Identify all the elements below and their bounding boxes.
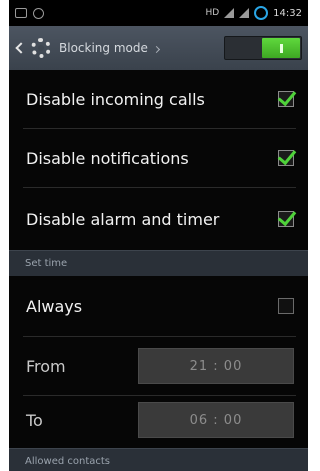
phone-screen: HD 14:32 Blocking mode Disable incoming …: [9, 0, 308, 471]
back-icon[interactable]: [15, 42, 27, 54]
option-always[interactable]: Always: [9, 276, 308, 336]
clock: 14:32: [273, 7, 302, 19]
dropdown-caret-icon: [152, 45, 160, 53]
signal-icon: [239, 8, 250, 18]
always-checkbox[interactable]: [278, 298, 294, 314]
to-label: To: [26, 410, 43, 430]
network-label: HD: [205, 8, 220, 18]
section-header-allowed-contacts: Allowed contacts: [9, 448, 308, 471]
option-label: Disable incoming calls: [26, 89, 205, 109]
settings-gear-icon[interactable]: [31, 38, 51, 58]
image-notification-icon: [15, 8, 27, 18]
toggle-on-indicator: [279, 43, 283, 53]
page-title: Blocking mode: [59, 41, 148, 55]
blocking-mode-toggle[interactable]: [224, 36, 302, 60]
disable-calls-checkbox[interactable]: [278, 91, 294, 107]
from-label: From: [26, 356, 66, 376]
from-time-field[interactable]: 21 : 00: [138, 348, 294, 384]
blocking-mode-icon: [254, 6, 269, 20]
disable-notifications-checkbox[interactable]: [278, 150, 294, 166]
section-header-set-time: Set time: [9, 250, 308, 276]
from-time-row: From 21 : 00: [9, 337, 308, 395]
option-label: Disable alarm and timer: [26, 209, 220, 229]
option-disable-incoming-calls[interactable]: Disable incoming calls: [9, 70, 308, 128]
option-disable-alarm-timer[interactable]: Disable alarm and timer: [9, 188, 308, 250]
status-bar: HD 14:32: [9, 0, 308, 26]
option-label: Disable notifications: [26, 148, 189, 168]
to-time-field[interactable]: 06 : 00: [138, 402, 294, 438]
toggle-thumb: [262, 38, 300, 58]
action-bar: Blocking mode: [9, 26, 308, 70]
disable-alarm-checkbox[interactable]: [278, 211, 294, 227]
sync-icon: [33, 7, 44, 19]
option-disable-notifications[interactable]: Disable notifications: [9, 129, 308, 187]
to-time-row: To 06 : 00: [9, 396, 308, 444]
wifi-icon: [224, 8, 235, 18]
always-label: Always: [26, 296, 83, 316]
